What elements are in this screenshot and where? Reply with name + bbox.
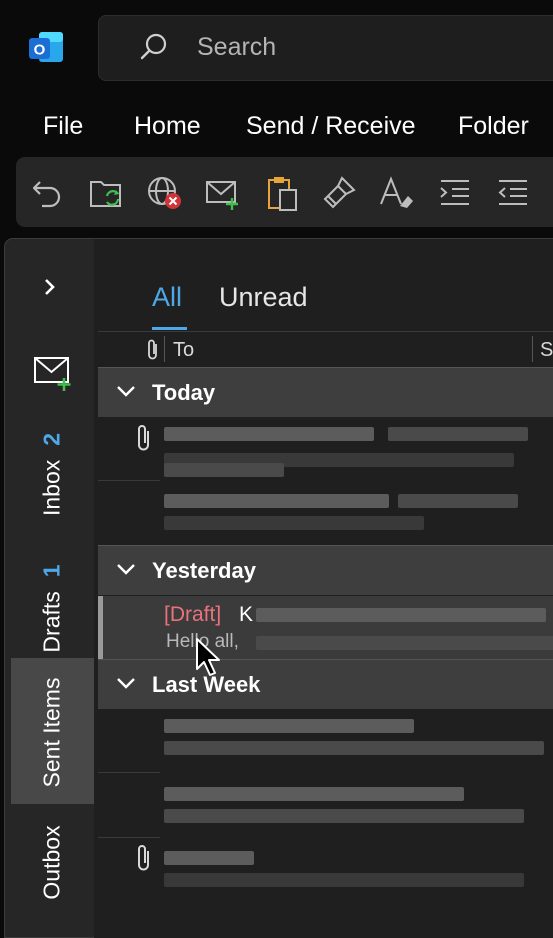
folder-sent-items[interactable]: Sent Items bbox=[39, 674, 66, 792]
list-item[interactable] bbox=[98, 711, 553, 775]
logo-letter: O bbox=[34, 42, 46, 59]
undo-icon[interactable] bbox=[30, 174, 68, 212]
message-list: All Unread To Su Today Yes bbox=[94, 238, 553, 938]
new-mail-icon[interactable] bbox=[204, 174, 242, 212]
outdent-icon[interactable] bbox=[494, 174, 532, 212]
column-subject[interactable]: Su bbox=[540, 339, 553, 362]
folder-sent-items-label: Sent Items bbox=[38, 677, 65, 788]
list-item[interactable] bbox=[98, 839, 553, 903]
group-header-last-week[interactable]: Last Week bbox=[98, 659, 553, 709]
group-header-yesterday[interactable]: Yesterday bbox=[98, 545, 553, 595]
search-icon[interactable] bbox=[139, 32, 169, 62]
menu-send-receive[interactable]: Send / Receive bbox=[246, 112, 416, 141]
menu-file[interactable]: File bbox=[43, 112, 83, 141]
paperclip-icon bbox=[134, 423, 154, 453]
paperclip-icon bbox=[134, 843, 154, 873]
active-tab-indicator bbox=[152, 327, 187, 330]
group-title: Today bbox=[152, 380, 216, 405]
chevron-right-icon[interactable] bbox=[43, 277, 57, 297]
column-separator bbox=[532, 336, 533, 362]
search-input[interactable]: Search bbox=[197, 33, 276, 62]
chevron-down-icon[interactable] bbox=[116, 676, 136, 690]
draft-tag: [Draft] bbox=[164, 603, 222, 626]
column-header: To Su bbox=[98, 331, 553, 366]
folder-rail: Inbox 2 Drafts 1 Sent Items Outbox bbox=[4, 238, 95, 938]
ribbon-toolbar bbox=[16, 157, 553, 227]
folder-inbox-label: Inbox bbox=[38, 459, 65, 517]
work-offline-icon[interactable] bbox=[146, 174, 184, 212]
selection-bar bbox=[98, 596, 103, 659]
draft-recipient: K bbox=[239, 603, 254, 626]
menu-home[interactable]: Home bbox=[134, 112, 201, 141]
folder-outbox-label: Outbox bbox=[38, 825, 65, 900]
group-title: Yesterday bbox=[152, 558, 256, 583]
mouse-cursor-icon bbox=[195, 637, 223, 679]
tab-all[interactable]: All bbox=[152, 282, 182, 313]
column-separator bbox=[164, 336, 165, 362]
sync-folder-icon[interactable] bbox=[88, 174, 126, 212]
indent-icon[interactable] bbox=[436, 174, 474, 212]
chevron-down-icon[interactable] bbox=[116, 562, 136, 576]
list-item[interactable] bbox=[98, 419, 553, 483]
list-item[interactable] bbox=[98, 486, 553, 550]
column-to[interactable]: To bbox=[173, 339, 194, 362]
group-header-today[interactable]: Today bbox=[98, 367, 553, 417]
folder-drafts-label: Drafts bbox=[38, 591, 65, 653]
drafts-count-badge: 1 bbox=[38, 564, 65, 578]
tab-unread[interactable]: Unread bbox=[219, 282, 308, 313]
clear-formatting-icon[interactable] bbox=[378, 174, 416, 212]
folder-inbox[interactable]: Inbox 2 bbox=[39, 415, 66, 535]
draft-list-item[interactable]: [Draft] K Hello all, bbox=[98, 596, 553, 659]
paperclip-icon[interactable] bbox=[144, 338, 162, 362]
inbox-count-badge: 2 bbox=[38, 432, 65, 446]
chevron-down-icon[interactable] bbox=[116, 384, 136, 398]
format-painter-icon[interactable] bbox=[320, 174, 358, 212]
list-item[interactable] bbox=[98, 777, 553, 841]
paste-icon[interactable] bbox=[264, 174, 302, 212]
folder-outbox[interactable]: Outbox bbox=[39, 811, 66, 915]
outlook-logo: O bbox=[29, 30, 65, 66]
new-mail-icon[interactable] bbox=[33, 355, 75, 391]
menu-folder[interactable]: Folder bbox=[458, 112, 529, 141]
search-box[interactable]: Search bbox=[98, 15, 553, 81]
folder-drafts[interactable]: Drafts 1 bbox=[39, 545, 66, 673]
